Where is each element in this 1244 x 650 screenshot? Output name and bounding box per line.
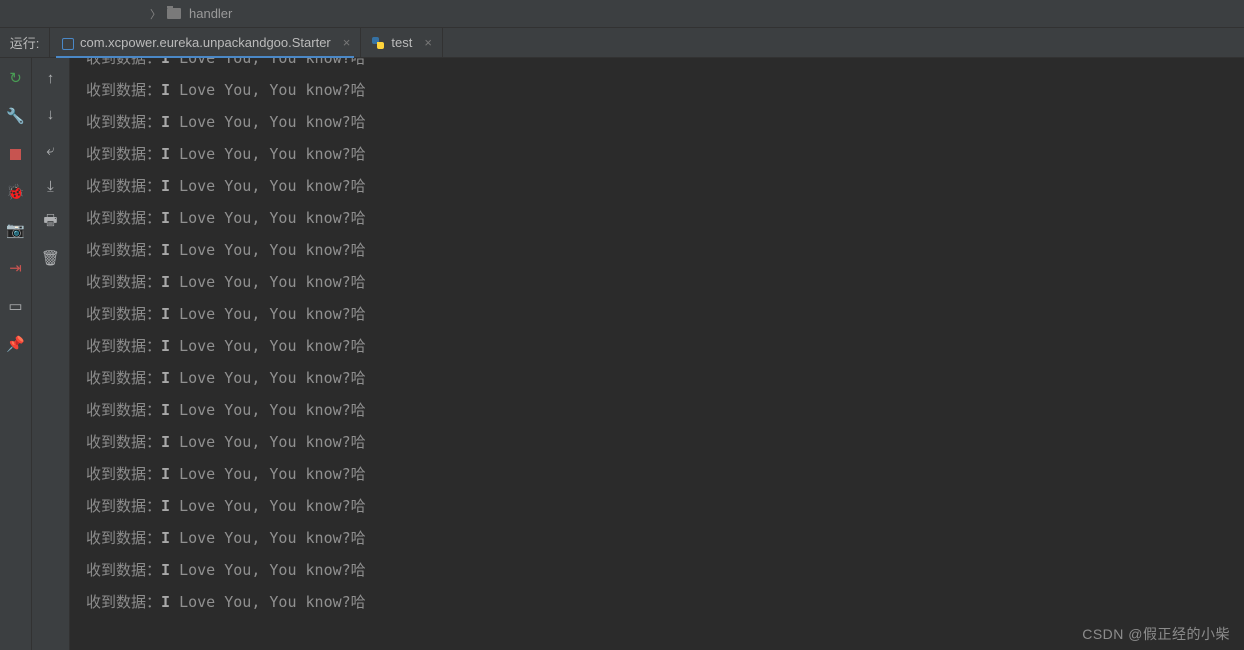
exit-icon[interactable]: ⇥ <box>6 258 26 278</box>
up-arrow-icon[interactable]: ↑ <box>41 68 61 88</box>
console-tool-gutter: ↑ ↓ ⤶ ⤓ 🖶 🗑 <box>32 58 70 650</box>
layout-icon[interactable]: ▭ <box>6 296 26 316</box>
scroll-end-icon[interactable]: ⤓ <box>41 176 61 196</box>
console-line: 收到数据：I Love You, You know?哈 <box>86 138 1244 170</box>
soft-wrap-icon[interactable]: ⤶ <box>41 140 61 160</box>
console-output[interactable]: 收到数据：I Love You, You know?哈收到数据：I Love Y… <box>70 58 1244 650</box>
down-arrow-icon[interactable]: ↓ <box>41 104 61 124</box>
console-line: 收到数据：I Love You, You know?哈 <box>86 58 1244 74</box>
console-line: 收到数据：I Love You, You know?哈 <box>86 330 1244 362</box>
left-tool-gutter: ↻ 🔧 🐞 📷 ⇥ ▭ 📌 <box>0 58 32 650</box>
python-icon <box>371 36 385 50</box>
pin-icon[interactable]: 📌 <box>6 334 26 354</box>
console-line: 收到数据：I Love You, You know?哈 <box>86 394 1244 426</box>
watermark-text: CSDN @假正经的小柴 <box>1082 624 1230 644</box>
console-line: 收到数据：I Love You, You know?哈 <box>86 362 1244 394</box>
stop-icon[interactable] <box>6 144 26 164</box>
run-tab-1[interactable]: test × <box>361 28 443 57</box>
chevron-right-icon: 〉 <box>150 6 161 22</box>
java-icon <box>60 36 74 50</box>
run-tab-0[interactable]: com.xcpower.eureka.unpackandgoo.Starter × <box>50 28 361 57</box>
console-line: 收到数据：I Love You, You know?哈 <box>86 458 1244 490</box>
console-line: 收到数据：I Love You, You know?哈 <box>86 586 1244 618</box>
tab-label: com.xcpower.eureka.unpackandgoo.Starter <box>80 35 331 50</box>
run-tab-bar: 运行: com.xcpower.eureka.unpackandgoo.Star… <box>0 28 1244 58</box>
console-line: 收到数据：I Love You, You know?哈 <box>86 522 1244 554</box>
camera-icon[interactable]: 📷 <box>6 220 26 240</box>
close-icon[interactable]: × <box>343 35 351 50</box>
tab-label: test <box>391 35 412 50</box>
console-line: 收到数据：I Love You, You know?哈 <box>86 426 1244 458</box>
console-line: 收到数据：I Love You, You know?哈 <box>86 74 1244 106</box>
rerun-icon[interactable]: ↻ <box>6 68 26 88</box>
wrench-icon[interactable]: 🔧 <box>6 106 26 126</box>
run-panel-label: 运行: <box>0 28 50 57</box>
print-icon[interactable]: 🖶 <box>41 212 61 232</box>
close-icon[interactable]: × <box>424 35 432 50</box>
folder-icon <box>167 8 181 19</box>
console-line: 收到数据：I Love You, You know?哈 <box>86 106 1244 138</box>
breadcrumb: 〉 handler <box>0 0 1244 28</box>
console-line: 收到数据：I Love You, You know?哈 <box>86 202 1244 234</box>
console-line: 收到数据：I Love You, You know?哈 <box>86 490 1244 522</box>
console-line: 收到数据：I Love You, You know?哈 <box>86 170 1244 202</box>
console-line: 收到数据：I Love You, You know?哈 <box>86 554 1244 586</box>
trash-icon[interactable]: 🗑 <box>41 248 61 268</box>
console-line: 收到数据：I Love You, You know?哈 <box>86 298 1244 330</box>
console-line: 收到数据：I Love You, You know?哈 <box>86 234 1244 266</box>
breadcrumb-folder[interactable]: handler <box>189 6 232 21</box>
debug-bug-icon[interactable]: 🐞 <box>6 182 26 202</box>
console-line: 收到数据：I Love You, You know?哈 <box>86 266 1244 298</box>
